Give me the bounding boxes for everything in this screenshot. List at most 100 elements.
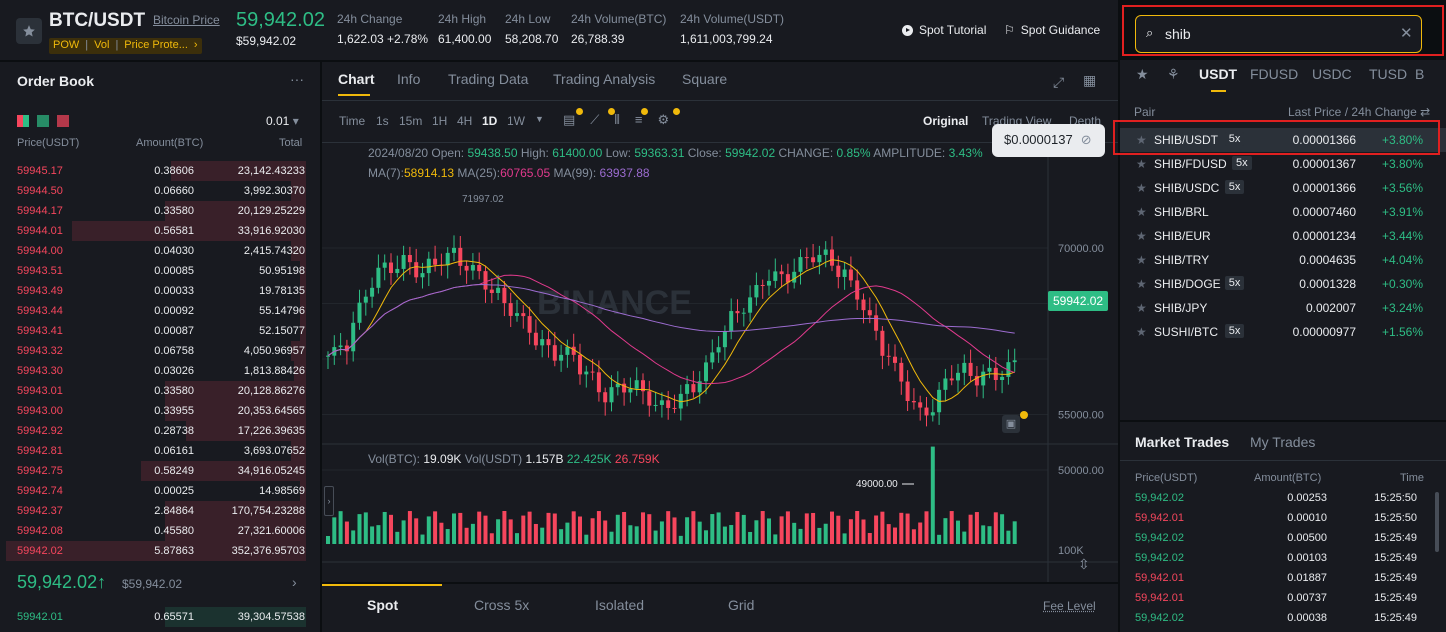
settings-gear-icon[interactable]: ⚙ [657,112,669,128]
market-row[interactable]: ★ SHIB/JPY 0.002007 +3.24% [1120,296,1446,320]
book-both-icon[interactable] [17,115,29,127]
symbol-tags[interactable]: POW | Vol | Price Prote... › [49,38,202,54]
tab-trading-analysis[interactable]: Trading Analysis [553,71,655,87]
book-view-toggle[interactable] [17,115,69,127]
ask-row[interactable]: 59943.01 0.33580 20,128.86276 [0,381,320,401]
star-icon[interactable]: ★ [1136,253,1147,267]
star-icon[interactable]: ★ [1136,277,1147,291]
ask-row[interactable]: 59943.30 0.03026 1,813.88426 [0,361,320,381]
ask-row[interactable]: 59944.17 0.33580 20,129.25229 [0,201,320,221]
interval-1s[interactable]: 1s [376,114,389,128]
quote-tab-usdt[interactable]: USDT [1199,66,1237,82]
ask-row[interactable]: 59944.01 0.56581 33,916.92030 [0,221,320,241]
market-row[interactable]: ★ SHIB/EUR 0.00001234 +3.44% [1120,224,1446,248]
tab-square[interactable]: Square [682,71,727,87]
star-icon[interactable]: ★ [1136,301,1147,315]
line-tool-icon[interactable]: ⟋ [590,112,599,128]
fee-level-link[interactable]: Fee Level [1043,599,1096,613]
bitcoin-price-link[interactable]: Bitcoin Price [153,13,220,27]
fullscreen-icon[interactable]: ⤢ [1053,74,1064,91]
star-icon[interactable]: ★ [1136,205,1147,219]
candle-type-icon[interactable]: ⫴ [614,112,619,128]
ask-row[interactable]: 59942.74 0.00025 14.98569 [0,481,320,501]
market-row[interactable]: ★ SHIB/BRL 0.00007460 +3.91% [1120,200,1446,224]
tab-my-trades[interactable]: My Trades [1250,434,1315,450]
ask-row[interactable]: 59942.81 0.06161 3,693.07652 [0,441,320,461]
favorite-star-button[interactable] [16,18,42,44]
signpost-icon: ⚐ [1004,23,1015,37]
star-icon[interactable]: ★ [1136,325,1147,339]
tag-price-protect[interactable]: Price Prote... [124,39,188,53]
more-options-icon[interactable]: ··· [290,71,304,87]
ask-row[interactable]: 59944.50 0.06660 3,992.30370 [0,181,320,201]
scale-fit-icon[interactable]: ⇳ [1078,556,1090,573]
star-icon[interactable]: ★ [1136,157,1147,171]
order-tab-spot[interactable]: Spot [367,597,398,613]
ask-row[interactable]: 59943.44 0.00092 55.14796 [0,301,320,321]
pair-price: 0.00001367 [1292,157,1356,171]
interval-dropdown-icon[interactable]: ▼ [535,114,544,124]
ask-row[interactable]: 59942.08 0.45580 27,321.60006 [0,521,320,541]
news-icon[interactable]: ▣ [1002,415,1020,433]
market-row[interactable]: ★ SHIB/TRY 0.0004635 +4.04% [1120,248,1446,272]
market-row[interactable]: ★ SHIB/DOGE 5x 0.0001328 +0.30% [1120,272,1446,296]
market-row[interactable]: ★ SHIB/USDC 5x 0.00001366 +3.56% [1120,176,1446,200]
ask-row[interactable]: 59943.51 0.00085 50.95198 [0,261,320,281]
ask-row[interactable]: 59945.17 0.38606 23,142.43233 [0,161,320,181]
col-pair[interactable]: Pair [1134,105,1155,119]
ask-row[interactable]: 59944.00 0.04030 2,415.74320 [0,241,320,261]
ask-total: 2,415.74320 [243,245,305,257]
spot-guidance-button[interactable]: ⚐ Spot Guidance [1004,23,1100,37]
quote-tab-fdusd[interactable]: FDUSD [1250,66,1298,82]
market-row[interactable]: ★ SHIB/FDUSD 5x 0.00001367 +3.80% [1120,152,1446,176]
book-asks-icon[interactable] [57,115,69,127]
star-icon[interactable]: ★ [1136,181,1147,195]
indicator-calendar-icon[interactable]: ▤ [563,112,575,128]
market-row[interactable]: ★ SUSHI/BTC 5x 0.00000977 +1.56% [1120,320,1446,344]
interval-1h[interactable]: 1H [432,114,447,128]
swap-icon[interactable]: ⇄ [1420,105,1430,119]
star-icon[interactable]: ★ [1136,229,1147,243]
candle-body [508,303,513,316]
quote-tab-usdc[interactable]: USDC [1312,66,1352,82]
interval-1d[interactable]: 1D [482,114,497,128]
order-tab-cross-5x[interactable]: Cross 5x [474,597,529,613]
favorites-star-icon[interactable]: ★ [1136,66,1149,83]
indicators-icon[interactable]: ≡ [635,112,643,128]
col-last-price[interactable]: Last Price / 24h Change ⇄ [1288,105,1430,119]
book-bids-icon[interactable] [37,115,49,127]
layout-grid-icon[interactable]: ▦ [1083,72,1096,89]
ask-row[interactable]: 59942.02 5.87863 352,376.95703 [0,541,320,561]
collapse-panel-icon[interactable]: › [324,486,334,516]
ask-row[interactable]: 59943.49 0.00033 19.78135 [0,281,320,301]
quote-tab-tusd[interactable]: TUSD [1369,66,1407,82]
view-original[interactable]: Original [923,114,968,128]
zones-icon[interactable]: ⚘ [1167,66,1180,83]
interval-1w[interactable]: 1W [507,114,525,128]
tab-info[interactable]: Info [397,71,420,87]
interval-4h[interactable]: 4H [457,114,472,128]
ask-row[interactable]: 59942.75 0.58249 34,916.05245 [0,461,320,481]
ask-row[interactable]: 59942.92 0.28738 17,226.39635 [0,421,320,441]
ask-row[interactable]: 59942.37 2.84864 170,754.23288 [0,501,320,521]
tab-chart[interactable]: Chart [338,71,375,87]
tab-market-trades[interactable]: Market Trades [1135,434,1229,450]
tag-pow[interactable]: POW [53,39,79,53]
interval-15m[interactable]: 15m [399,114,422,128]
spot-tutorial-button[interactable]: Spot Tutorial [902,23,986,37]
mid-price[interactable]: 59,942.02↑ [17,572,106,593]
ask-row[interactable]: 59943.00 0.33955 20,353.64565 [0,401,320,421]
quote-tab-b[interactable]: B [1415,66,1424,82]
tag-vol[interactable]: Vol [94,39,109,53]
bid-row[interactable]: 59942.01 0.65571 39,304.57538 [0,607,320,627]
order-tab-grid[interactable]: Grid [728,597,754,613]
chevron-right-icon[interactable]: › [292,574,297,590]
tab-trading-data[interactable]: Trading Data [448,71,528,87]
volume-bar [874,515,879,544]
interval-time[interactable]: Time [339,114,365,128]
order-tab-isolated[interactable]: Isolated [595,597,644,613]
candlestick-chart[interactable]: 70000.0065000.0055000.0050000.00BINANCE4… [322,144,1118,582]
ask-row[interactable]: 59943.32 0.06758 4,050.96957 [0,341,320,361]
precision-select[interactable]: 0.01 ▾ [266,114,299,128]
ask-row[interactable]: 59943.41 0.00087 52.15077 [0,321,320,341]
